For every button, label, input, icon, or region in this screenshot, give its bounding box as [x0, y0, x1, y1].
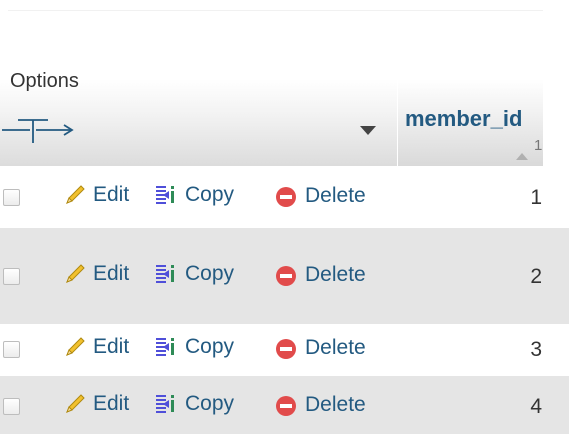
edit-label: Edit — [93, 183, 130, 206]
row-checkbox[interactable] — [3, 341, 20, 358]
copy-link[interactable]: Copy — [154, 334, 234, 360]
delete-label: Delete — [305, 184, 366, 207]
copy-label: Copy — [185, 262, 235, 285]
delete-label: Delete — [305, 393, 366, 416]
options-label: Options — [10, 70, 79, 92]
divider — [8, 10, 543, 11]
table-row: Edit Copy Delete 3 — [0, 324, 569, 376]
edit-label: Edit — [93, 262, 130, 285]
delete-icon — [276, 396, 296, 416]
copy-link[interactable]: Copy — [154, 261, 234, 287]
edit-link[interactable]: Edit — [62, 261, 129, 287]
delete-label: Delete — [305, 336, 366, 359]
copy-label: Copy — [185, 335, 235, 358]
row-checkbox[interactable] — [3, 268, 20, 285]
sort-order-number: 1 — [534, 137, 543, 154]
copy-icon — [156, 338, 174, 356]
results-table: Options member_id 1 Edit Copy Delete 1 E… — [0, 0, 569, 444]
copy-label: Copy — [185, 183, 235, 206]
delete-link[interactable]: Delete — [272, 182, 366, 210]
member-id-cell: 2 — [530, 265, 542, 288]
delete-label: Delete — [305, 263, 366, 286]
copy-icon — [156, 186, 174, 204]
member-id-cell: 4 — [530, 395, 542, 418]
edit-label: Edit — [93, 392, 130, 415]
edit-link[interactable]: Edit — [62, 334, 129, 360]
copy-label: Copy — [185, 392, 235, 415]
table-row: Edit Copy Delete 2 — [0, 228, 569, 324]
edit-link[interactable]: Edit — [62, 391, 129, 417]
pencil-icon — [66, 185, 85, 204]
triangle-down-icon[interactable] — [359, 118, 377, 142]
pencil-icon — [66, 337, 85, 356]
edit-link[interactable]: Edit — [62, 182, 129, 208]
member-id-cell: 1 — [530, 186, 542, 209]
copy-icon — [156, 265, 174, 283]
copy-link[interactable]: Copy — [154, 182, 234, 208]
tee-arrow-icon[interactable] — [0, 118, 110, 152]
delete-icon — [276, 266, 296, 286]
copy-icon — [156, 395, 174, 413]
member-id-cell: 3 — [530, 338, 542, 361]
delete-icon — [276, 187, 296, 207]
pencil-icon — [66, 394, 85, 413]
delete-link[interactable]: Delete — [272, 391, 366, 419]
copy-link[interactable]: Copy — [154, 391, 234, 417]
row-checkbox[interactable] — [3, 189, 20, 206]
table-row: Edit Copy Delete 4 — [0, 376, 569, 434]
edit-label: Edit — [93, 335, 130, 358]
table-row: Edit Copy Delete 1 — [0, 166, 569, 228]
table-top-strip — [0, 0, 569, 24]
delete-link[interactable]: Delete — [272, 261, 366, 289]
row-checkbox[interactable] — [3, 398, 20, 415]
delete-link[interactable]: Delete — [272, 334, 366, 362]
delete-icon — [276, 339, 296, 359]
sort-ascending-icon — [515, 143, 529, 167]
pencil-icon — [66, 264, 85, 283]
column-header-member-id[interactable]: member_id — [405, 106, 522, 132]
header-filler — [543, 60, 569, 166]
